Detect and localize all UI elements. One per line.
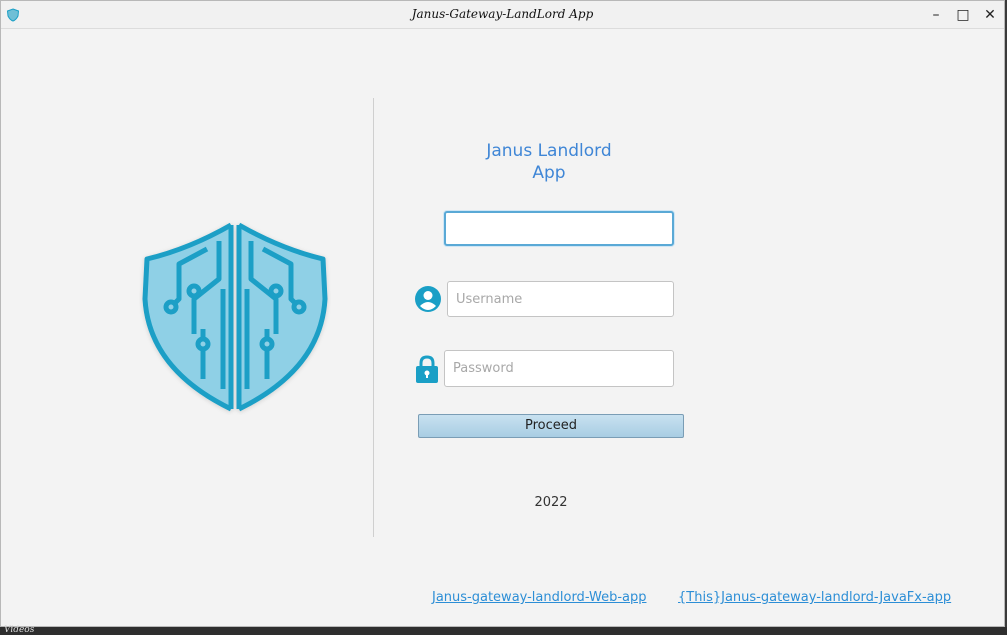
lock-icon [416,355,438,383]
taskbar-strip [0,627,1007,635]
password-field[interactable] [444,350,674,387]
circuit-shield-logo [142,222,328,412]
close-button[interactable]: ✕ [979,5,1001,25]
javafx-app-link[interactable]: {This}Janus-gateway-landlord-JavaFx-app [678,590,951,605]
title-bar[interactable]: Janus-Gateway-LandLord App – □ ✕ [1,1,1004,29]
vertical-divider [373,98,374,537]
taskbar-label: Videos [4,625,35,635]
top-text-field[interactable] [444,211,674,246]
proceed-button[interactable]: Proceed [418,414,684,438]
window-title: Janus-Gateway-LandLord App [411,7,594,21]
maximize-button[interactable]: □ [952,5,974,25]
app-title: Janus Landlord App [486,141,612,183]
app-window: Janus-Gateway-LandLord App – □ ✕ Janus L… [0,0,1005,627]
username-field[interactable] [447,281,674,317]
year-label: 2022 [534,495,568,510]
minimize-button[interactable]: – [925,5,947,25]
web-app-link[interactable]: Janus-gateway-landlord-Web-app [432,590,646,605]
user-icon [415,286,441,312]
